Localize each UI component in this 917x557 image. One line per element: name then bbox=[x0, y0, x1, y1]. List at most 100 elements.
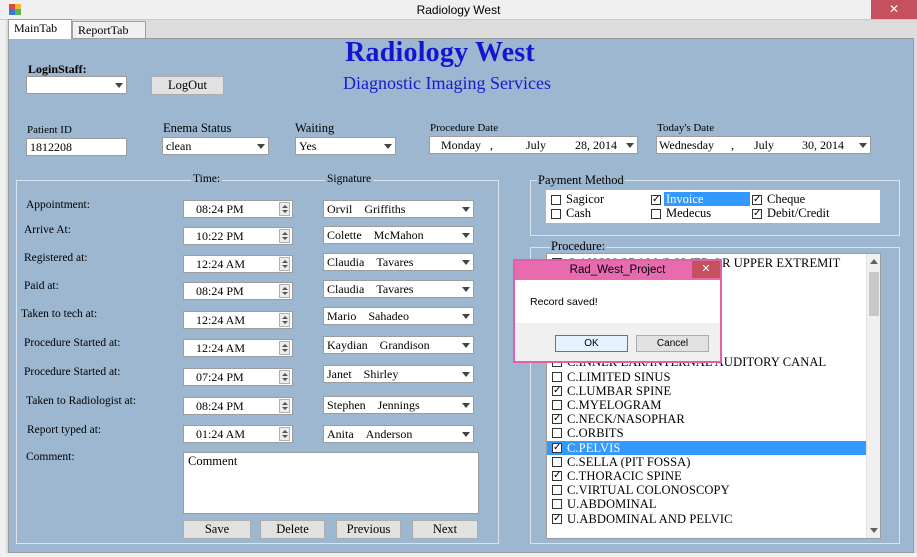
procedure-checkbox[interactable]: ✓ bbox=[552, 471, 562, 481]
taken-to-tech-signature-select[interactable]: Mario Sahadeo bbox=[323, 307, 474, 325]
spinner-icon[interactable] bbox=[279, 370, 290, 384]
report-typed-signature-select[interactable]: Anita Anderson bbox=[323, 425, 474, 443]
spinner-icon[interactable] bbox=[279, 341, 290, 355]
enema-status-select[interactable]: clean bbox=[162, 137, 269, 155]
procedure-list-item[interactable]: ✓ C.PELVIS bbox=[547, 440, 867, 455]
procedure-list-item[interactable]: C.LIMITED SINUS bbox=[547, 370, 867, 384]
procedure-list-item[interactable]: ✓ U.ABDOMINAL AND PELVIC bbox=[547, 512, 867, 526]
arrive-at-signature-select[interactable]: Colette McMahon bbox=[323, 226, 474, 244]
tab-report[interactable]: ReportTab bbox=[72, 21, 146, 39]
window-close-button[interactable]: ✕ bbox=[871, 0, 917, 19]
procedure-checkbox[interactable] bbox=[552, 456, 562, 467]
procedure-list-item[interactable]: ✓ C.NECK/NASOPHAR bbox=[547, 412, 867, 426]
arrive-at-time-value: 10:22 PM bbox=[196, 229, 244, 243]
procedure-list-item[interactable]: C.SELLA (PIT FOSSA) bbox=[547, 455, 867, 469]
scroll-thumb[interactable] bbox=[869, 272, 879, 316]
procedure-list-item[interactable]: ✓ C.LUMBAR SPINE bbox=[547, 384, 867, 398]
procedure-started-signature-select[interactable]: Kaydian Grandison bbox=[323, 336, 474, 354]
date-separator: , bbox=[490, 138, 493, 152]
comment-label: Comment: bbox=[26, 451, 75, 463]
taken-to-tech-time-picker[interactable]: 12:24 AM bbox=[183, 311, 293, 329]
registered-at-time-picker[interactable]: 12:24 AM bbox=[183, 255, 293, 273]
date-separator: , bbox=[731, 138, 734, 152]
appointment-signature-select[interactable]: Orvil Griffiths bbox=[323, 200, 474, 218]
registered-at-signature-select[interactable]: Claudia Tavares bbox=[323, 253, 474, 271]
report-typed-label: Report typed at: bbox=[27, 424, 102, 436]
taken-to-radiologist-signature-select[interactable]: Stephen Jennings bbox=[323, 396, 474, 414]
procedure-started-label: Procedure Started at: bbox=[24, 337, 121, 349]
spinner-icon[interactable] bbox=[279, 229, 290, 243]
arrive-at-signature-last: McMahon bbox=[373, 228, 424, 242]
logout-button[interactable]: LogOut bbox=[151, 76, 224, 95]
waiting-select[interactable]: Yes bbox=[295, 137, 396, 155]
procedure-list-item[interactable]: U.ABDOMINAL bbox=[547, 497, 867, 511]
save-button[interactable]: Save bbox=[183, 520, 251, 539]
procedure-list-item[interactable]: ✓ C.THORACIC SPINE bbox=[547, 469, 867, 483]
todays-date-picker[interactable]: Wednesday , July 30, 2014 bbox=[656, 136, 871, 154]
appointment-time-picker[interactable]: 08:24 PM bbox=[183, 200, 293, 218]
arrive-at-time-picker[interactable]: 10:22 PM bbox=[183, 227, 293, 245]
procedure-checkbox[interactable]: ✓ bbox=[552, 385, 562, 396]
procedure-item-label: C.ORBITS bbox=[567, 426, 624, 441]
payment-debit-credit-checkbox[interactable]: ✓ bbox=[752, 209, 762, 219]
spinner-icon[interactable] bbox=[279, 202, 290, 216]
chevron-down-icon bbox=[257, 144, 265, 149]
chevron-down-icon bbox=[462, 432, 470, 437]
procedure-checkbox[interactable]: ✓ bbox=[552, 414, 562, 425]
dialog-cancel-button[interactable]: Cancel bbox=[636, 335, 709, 352]
spinner-icon[interactable] bbox=[279, 284, 290, 298]
procedure-list-item[interactable]: C.MYELOGRAM bbox=[547, 398, 867, 412]
procedure-date-label: Procedure Date bbox=[430, 122, 499, 134]
tab-main[interactable]: MainTab bbox=[8, 19, 72, 39]
procedure-checkbox[interactable] bbox=[552, 499, 562, 510]
report-typed-signature-last: Anderson bbox=[365, 427, 413, 441]
procedure-started-2-time-picker[interactable]: 07:24 PM bbox=[183, 368, 293, 386]
spinner-icon[interactable] bbox=[279, 399, 290, 413]
procedure-checkbox[interactable] bbox=[552, 400, 562, 410]
login-staff-select[interactable] bbox=[26, 76, 127, 94]
scroll-down-icon[interactable] bbox=[870, 528, 878, 533]
dialog-ok-button[interactable]: OK bbox=[555, 335, 628, 352]
procedure-list-item[interactable]: C.VIRTUAL COLONOSCOPY bbox=[547, 483, 867, 497]
report-typed-time-picker[interactable]: 01:24 AM bbox=[183, 425, 293, 443]
payment-sagicor-label: Sagicor bbox=[566, 192, 605, 206]
next-button[interactable]: Next bbox=[412, 520, 478, 539]
paid-at-time-picker[interactable]: 08:24 PM bbox=[183, 282, 293, 300]
dialog-close-button[interactable]: ✕ bbox=[692, 261, 720, 278]
procedure-started-2-signature-select[interactable]: Janet Shirley bbox=[323, 365, 474, 383]
paid-at-time-value: 08:24 PM bbox=[196, 284, 244, 298]
procedure-checkbox[interactable] bbox=[552, 428, 562, 439]
payment-medecus-checkbox[interactable] bbox=[651, 209, 661, 219]
patient-id-field[interactable]: 1812208 bbox=[26, 138, 127, 156]
comment-textarea[interactable]: Comment bbox=[183, 452, 479, 514]
spinner-icon[interactable] bbox=[279, 257, 290, 271]
procedure-started-time-picker[interactable]: 12:24 AM bbox=[183, 339, 293, 357]
procedure-checkbox[interactable] bbox=[552, 371, 562, 382]
chevron-down-icon bbox=[859, 143, 867, 148]
dialog-title: Rad_West_Project bbox=[515, 261, 720, 280]
payment-method-title: Payment Method bbox=[537, 173, 625, 188]
report-typed-signature-first: Anita bbox=[327, 427, 354, 441]
procedure-list-item[interactable]: C.ORBITS bbox=[547, 426, 867, 440]
dialog-message: Record saved! bbox=[530, 296, 598, 308]
taken-to-radiologist-time-picker[interactable]: 08:24 PM bbox=[183, 397, 293, 415]
paid-at-signature-select[interactable]: Claudia Tavares bbox=[323, 280, 474, 298]
payment-cash-checkbox[interactable] bbox=[551, 209, 561, 219]
procedure-date-picker[interactable]: Monday , July 28, 2014 bbox=[429, 136, 638, 154]
procedure-checkbox[interactable] bbox=[552, 485, 562, 496]
delete-button[interactable]: Delete bbox=[260, 520, 325, 539]
previous-button[interactable]: Previous bbox=[336, 520, 401, 539]
scroll-up-icon[interactable] bbox=[870, 259, 878, 264]
procedure-scrollbar[interactable] bbox=[866, 254, 880, 538]
procedure-checkbox[interactable]: ✓ bbox=[552, 442, 562, 453]
window-title: Radiology West bbox=[416, 3, 501, 17]
arrive-at-label: Arrive At: bbox=[24, 224, 71, 236]
enema-status-value: clean bbox=[166, 139, 192, 153]
spinner-icon[interactable] bbox=[279, 427, 290, 441]
spinner-icon[interactable] bbox=[279, 313, 290, 327]
payment-invoice-checkbox[interactable]: ✓ bbox=[651, 195, 661, 205]
payment-sagicor-checkbox[interactable] bbox=[551, 195, 561, 205]
procedure-checkbox[interactable]: ✓ bbox=[552, 513, 562, 524]
chevron-down-icon bbox=[626, 143, 634, 148]
payment-cheque-checkbox[interactable]: ✓ bbox=[752, 195, 762, 205]
